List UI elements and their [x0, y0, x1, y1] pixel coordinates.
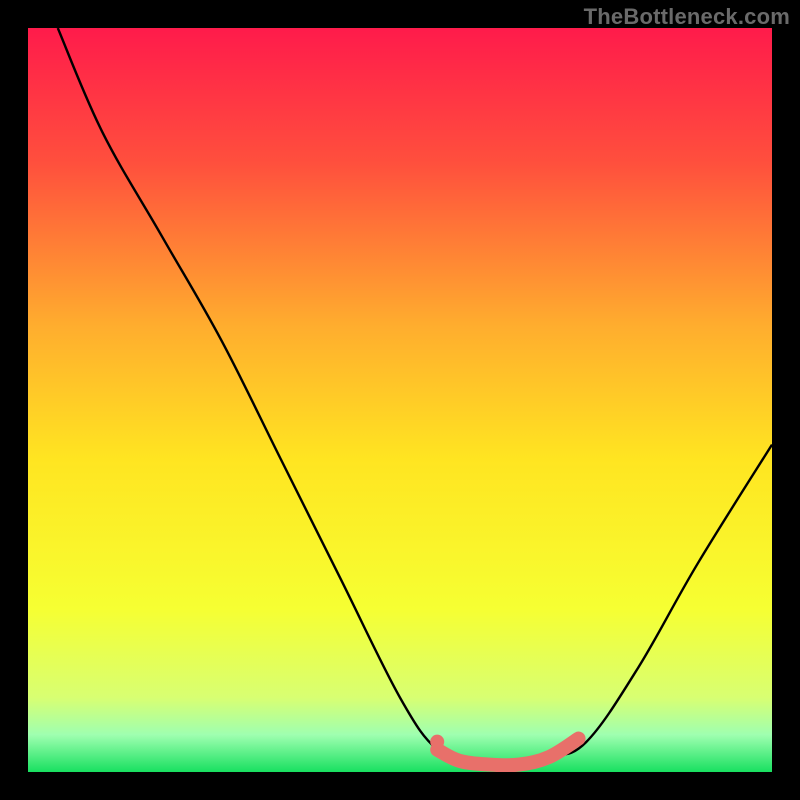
chart-frame — [28, 28, 772, 772]
bottleneck-chart — [28, 28, 772, 772]
gradient-background — [28, 28, 772, 772]
watermark-text: TheBottleneck.com — [584, 4, 790, 30]
optimal-zone-start-dot — [430, 735, 444, 749]
